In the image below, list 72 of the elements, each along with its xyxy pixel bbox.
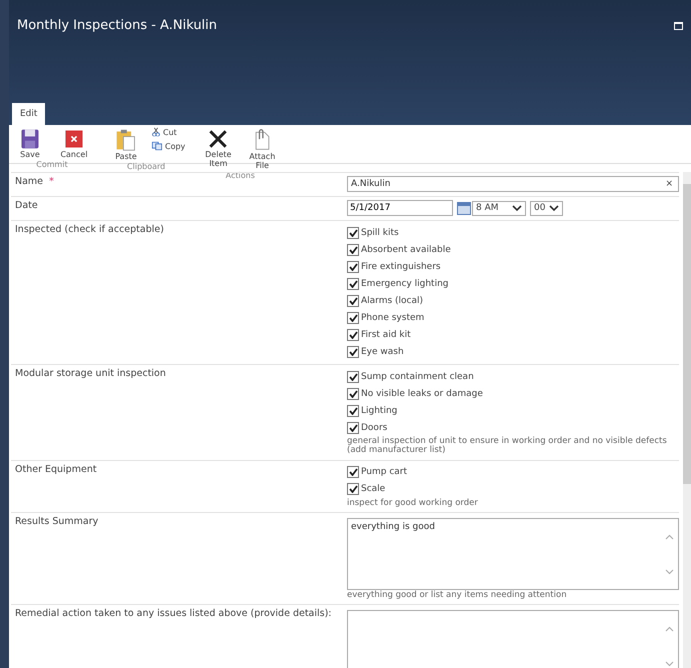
- caret-icon: [512, 204, 522, 212]
- checkbox-label: Doors: [361, 422, 388, 432]
- calendar-icon[interactable]: [457, 202, 471, 214]
- checkbox-label: Pump cart: [361, 467, 408, 478]
- checkbox[interactable]: [347, 226, 359, 238]
- clear-button[interactable]: ×: [660, 179, 678, 189]
- clipboard-icon: [116, 128, 136, 152]
- ribbon-group-label: Commit: [36, 160, 68, 169]
- field-label: Inspected (check if acceptable): [15, 224, 164, 235]
- delete-button[interactable]: Delete Item: [199, 127, 238, 169]
- date-field[interactable]: 5/1/2017: [347, 200, 453, 216]
- save-button[interactable]: Save: [11, 127, 49, 160]
- checkbox-label: First aid kit: [361, 330, 411, 340]
- checkbox[interactable]: [347, 244, 359, 256]
- checkbox[interactable]: [347, 422, 359, 434]
- field-label: Modular storage unit inspection: [15, 368, 166, 379]
- required-mark: *: [49, 176, 54, 187]
- checkbox[interactable]: [347, 483, 359, 496]
- checkbox-label: Phone system: [361, 312, 424, 322]
- scroll-down-icon: [665, 568, 674, 575]
- checkbox[interactable]: [347, 260, 359, 272]
- cancel-icon: [64, 128, 84, 150]
- copy-button[interactable]: Copy: [151, 141, 186, 151]
- copy-icon: [152, 142, 162, 150]
- paperclip-document-icon: [254, 128, 271, 152]
- checkbox-label: Sump containment clean: [361, 372, 474, 382]
- name-field[interactable]: A.Nikulin ×: [347, 176, 680, 192]
- ribbon-group-label: Clipboard: [127, 162, 166, 171]
- checkbox[interactable]: [347, 328, 359, 340]
- field-label: Name: [15, 176, 44, 187]
- checkbox-label: Lighting: [361, 406, 398, 416]
- minute-select[interactable]: 00: [530, 200, 564, 216]
- checkbox-label: Eye wash: [361, 346, 404, 356]
- field-description: general inspection of unit to ensure in working order and no visible defects (add manufacturer list): [347, 437, 668, 456]
- checkbox-label: Fire extinguishers: [361, 262, 441, 272]
- checkbox-label: Scale: [361, 484, 386, 494]
- checkbox-label: Alarms (local): [361, 296, 424, 306]
- checkbox-label: Absorbent available: [361, 244, 451, 254]
- checkbox[interactable]: [347, 466, 359, 478]
- checkbox[interactable]: [347, 278, 359, 290]
- maximize-icon[interactable]: [674, 22, 683, 30]
- field-description: inspect for good working order: [347, 498, 479, 508]
- scroll-down-icon: [665, 660, 674, 667]
- checkbox[interactable]: [347, 312, 359, 324]
- checkbox-label: Spill kits: [361, 228, 399, 238]
- checkbox-label: No visible leaks or damage: [361, 388, 483, 398]
- scrollbar[interactable]: [683, 172, 691, 668]
- checkbox[interactable]: [347, 404, 359, 416]
- checkbox[interactable]: [347, 370, 359, 382]
- window-title: Monthly Inspections - A.Nikulin: [17, 18, 218, 33]
- field-label: Remedial action taken to any issues listed above (provide details):: [15, 608, 332, 620]
- checkbox[interactable]: [347, 346, 359, 358]
- scroll-up-icon: [665, 534, 674, 540]
- attach-button[interactable]: Attach File: [243, 127, 282, 171]
- caret-icon: [549, 204, 560, 212]
- field-description: everything good or list any items needing attention: [347, 591, 568, 600]
- field-label: Date: [15, 200, 38, 211]
- ribbon-group-label: Actions: [226, 170, 255, 180]
- checkbox[interactable]: [347, 294, 359, 306]
- cut-button[interactable]: Cut: [151, 127, 186, 137]
- cancel-button[interactable]: Cancel: [55, 127, 93, 160]
- field-label: Results Summary: [15, 516, 98, 528]
- hour-select[interactable]: 8 AM: [472, 200, 526, 216]
- ribbon-tab[interactable]: Edit: [12, 103, 46, 125]
- field-label: Other Equipment: [15, 464, 97, 475]
- text-area[interactable]: everything is good: [347, 518, 680, 590]
- scroll-up-icon: [665, 626, 674, 632]
- paste-button[interactable]: Paste: [107, 127, 145, 162]
- checkbox-label: Emergency lighting: [361, 278, 448, 288]
- checkbox[interactable]: [347, 388, 359, 400]
- scissors-icon: [152, 128, 160, 136]
- delete-x-icon: [208, 128, 228, 150]
